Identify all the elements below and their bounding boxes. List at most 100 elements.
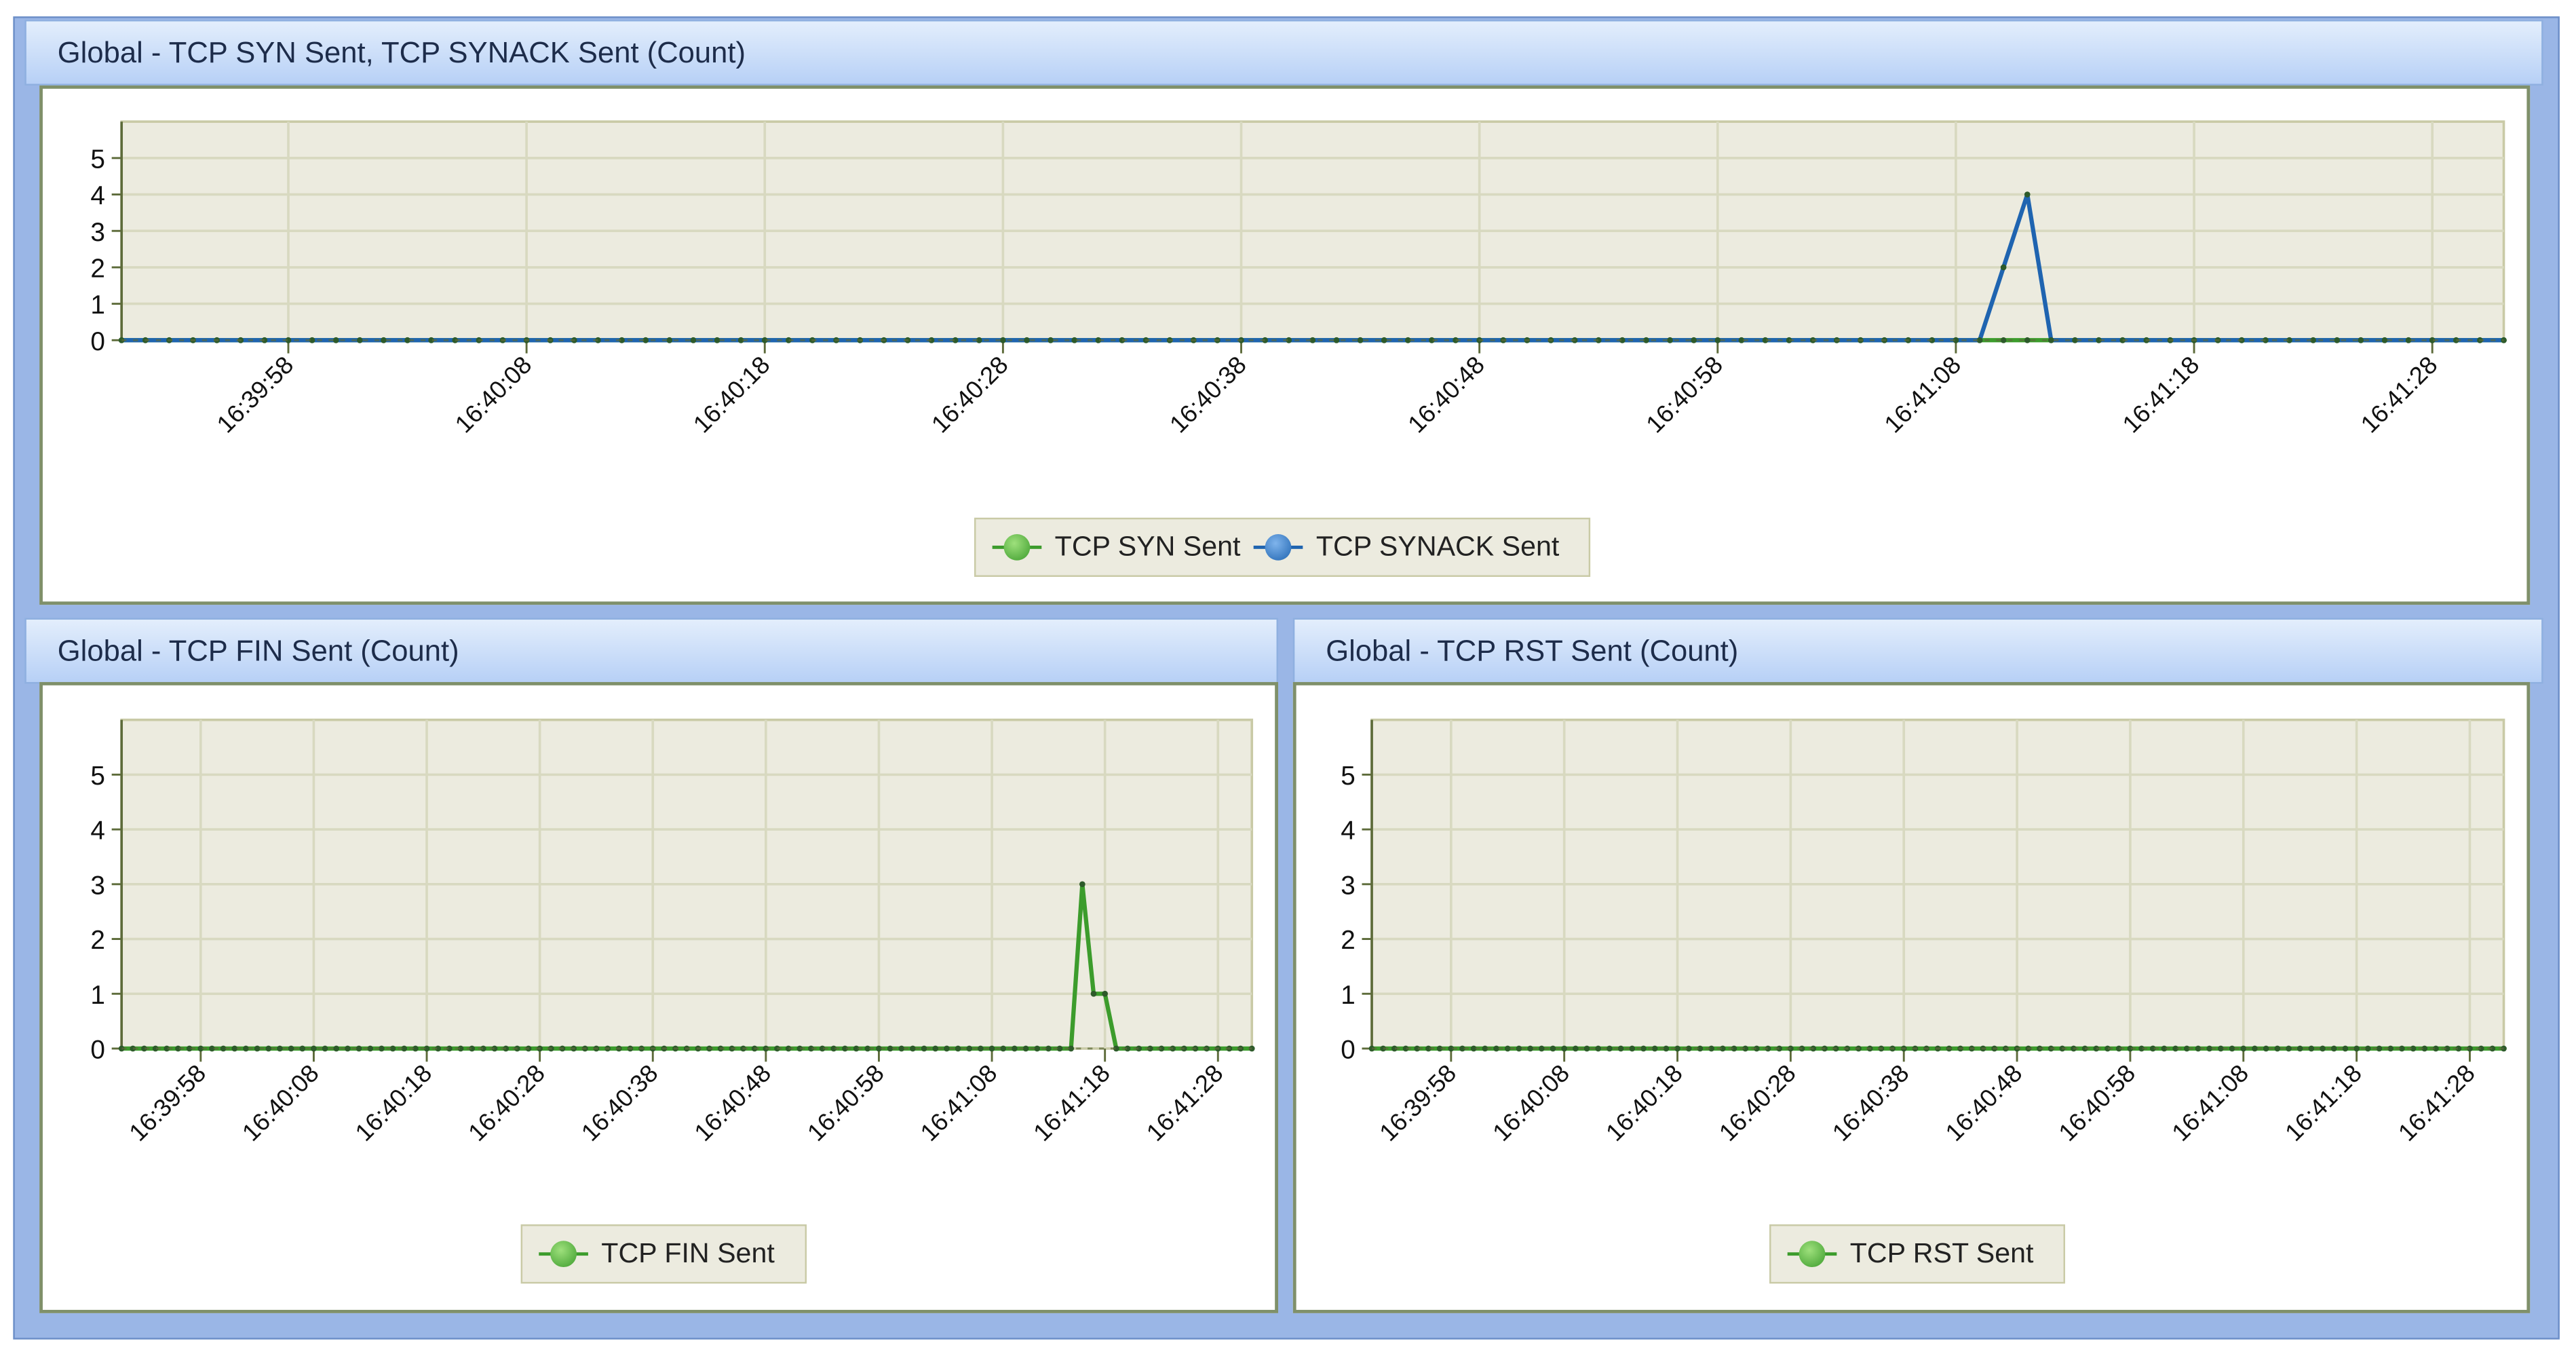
data-point bbox=[1012, 1045, 1018, 1052]
data-point bbox=[1034, 1045, 1041, 1052]
data-point bbox=[2334, 337, 2341, 343]
legend-item-tcp-fin-sent[interactable]: TCP FIN Sent bbox=[539, 1237, 775, 1270]
data-point bbox=[2342, 1045, 2349, 1052]
data-point bbox=[355, 1045, 362, 1052]
x-tick-label: 16:40:48 bbox=[1940, 1059, 2027, 1146]
data-point bbox=[2274, 1045, 2281, 1052]
data-point bbox=[932, 1045, 939, 1052]
data-point bbox=[898, 1045, 905, 1052]
data-point bbox=[356, 337, 363, 343]
y-tick-label: 2 bbox=[90, 926, 105, 955]
data-point bbox=[944, 1045, 950, 1052]
data-point bbox=[978, 1045, 984, 1052]
data-point bbox=[1640, 1045, 1647, 1052]
data-point bbox=[1504, 1045, 1511, 1052]
green-circle-marker-icon bbox=[1787, 1241, 1837, 1268]
data-point bbox=[2286, 1045, 2292, 1052]
data-point bbox=[1583, 1045, 1590, 1052]
blue-circle-marker-icon bbox=[1253, 534, 1303, 561]
data-point bbox=[2024, 191, 2031, 197]
y-tick-label: 5 bbox=[90, 761, 105, 791]
data-point bbox=[1527, 1045, 1533, 1052]
y-tick-label: 0 bbox=[90, 327, 105, 356]
data-point bbox=[1714, 337, 1721, 343]
panel-title: Global - TCP FIN Sent (Count) bbox=[57, 634, 459, 668]
data-point bbox=[1000, 1045, 1007, 1052]
y-tick-label: 4 bbox=[90, 816, 105, 846]
x-tick-label: 16:40:58 bbox=[802, 1059, 889, 1146]
data-point bbox=[1595, 1045, 1602, 1052]
y-tick-label: 1 bbox=[90, 981, 105, 1010]
data-point bbox=[254, 1045, 261, 1052]
data-point bbox=[311, 1045, 317, 1052]
data-point bbox=[2024, 337, 2031, 343]
y-tick-label: 1 bbox=[1341, 981, 1356, 1010]
data-point bbox=[265, 1045, 272, 1052]
x-tick-label: 16:41:28 bbox=[2393, 1059, 2480, 1146]
chart-syn-synack: 0 1 2 3 4 5 16:39:58 16:40:08 16:40:18 16:40:28 16… bbox=[39, 85, 2531, 605]
data-point bbox=[288, 1045, 294, 1052]
data-point bbox=[367, 1045, 374, 1052]
data-point bbox=[1629, 1045, 1636, 1052]
x-tick-label: 16:39:58 bbox=[123, 1059, 211, 1146]
data-point bbox=[1667, 337, 1673, 343]
y-tick-label: 2 bbox=[90, 254, 105, 283]
data-point bbox=[690, 337, 697, 343]
data-point bbox=[243, 1045, 249, 1052]
x-tick-label: 16:40:38 bbox=[576, 1059, 664, 1146]
y-tick-label: 5 bbox=[90, 145, 105, 174]
panel-header-fin: Global - TCP FIN Sent (Count) bbox=[24, 618, 1279, 684]
x-tick-label: 16:40:18 bbox=[688, 351, 775, 438]
y-tick-label: 0 bbox=[1341, 1036, 1356, 1065]
legend-item-tcp-synack-sent[interactable]: TCP SYNACK Sent bbox=[1253, 531, 1560, 563]
data-point bbox=[2240, 1045, 2247, 1052]
legend-item-tcp-syn-sent[interactable]: TCP SYN Sent bbox=[992, 531, 1240, 563]
panel-title: Global - TCP RST Sent (Count) bbox=[1326, 634, 1739, 668]
legend-label: TCP RST Sent bbox=[1849, 1237, 2034, 1269]
data-point bbox=[2229, 1045, 2235, 1052]
data-point bbox=[277, 1045, 283, 1052]
data-point bbox=[1691, 337, 1697, 343]
x-tick-label: 16:40:18 bbox=[349, 1059, 437, 1146]
y-tick-label: 3 bbox=[1341, 871, 1356, 900]
data-point bbox=[1561, 1045, 1568, 1052]
x-tick-label: 16:40:58 bbox=[1640, 351, 1728, 438]
x-tick-label: 16:39:58 bbox=[211, 351, 299, 438]
data-point bbox=[1047, 337, 1054, 343]
chart-legend: TCP FIN Sent bbox=[520, 1224, 806, 1284]
dashboard: Global - TCP SYN Sent, TCP SYNACK Sent (… bbox=[0, 0, 2576, 1356]
x-tick-label: 16:40:28 bbox=[926, 351, 1014, 438]
data-point bbox=[955, 1045, 961, 1052]
x-tick-label: 16:40:48 bbox=[689, 1059, 776, 1146]
x-tick-label: 16:40:08 bbox=[450, 351, 537, 438]
x-tick-label: 16:41:08 bbox=[1879, 351, 1966, 438]
data-point bbox=[2358, 337, 2364, 343]
data-point bbox=[1538, 1045, 1545, 1052]
x-tick-label: 16:40:18 bbox=[1600, 1059, 1688, 1146]
x-tick-label: 16:40:38 bbox=[1827, 1059, 1915, 1146]
x-tick-label: 16:41:08 bbox=[2166, 1059, 2254, 1146]
green-circle-marker-icon bbox=[539, 1241, 588, 1268]
x-tick-label: 16:41:18 bbox=[2280, 1059, 2367, 1146]
y-tick-label: 1 bbox=[90, 290, 105, 320]
chart-legend: TCP RST Sent bbox=[1769, 1224, 2065, 1284]
x-tick-label: 16:40:48 bbox=[1402, 351, 1490, 438]
x-tick-label: 16:41:28 bbox=[1141, 1059, 1229, 1146]
data-point bbox=[2308, 1045, 2315, 1052]
data-point bbox=[381, 337, 387, 343]
data-point bbox=[1024, 337, 1030, 343]
y-tick-label: 2 bbox=[1341, 926, 1356, 955]
data-point bbox=[1516, 1045, 1522, 1052]
data-point bbox=[2000, 264, 2007, 271]
panel-title: Global - TCP SYN Sent, TCP SYNACK Sent (… bbox=[57, 36, 746, 69]
x-tick-label: 16:41:28 bbox=[2356, 351, 2443, 438]
legend-label: TCP SYNACK Sent bbox=[1315, 531, 1560, 563]
data-point bbox=[332, 337, 339, 343]
legend-item-tcp-rst-sent[interactable]: TCP RST Sent bbox=[1787, 1237, 2034, 1270]
data-point bbox=[1573, 1045, 1579, 1052]
data-point bbox=[2252, 1045, 2258, 1052]
data-point bbox=[2296, 1045, 2303, 1052]
data-point bbox=[1357, 337, 1364, 343]
x-tick-label: 16:41:18 bbox=[2117, 351, 2204, 438]
data-point bbox=[666, 337, 673, 343]
